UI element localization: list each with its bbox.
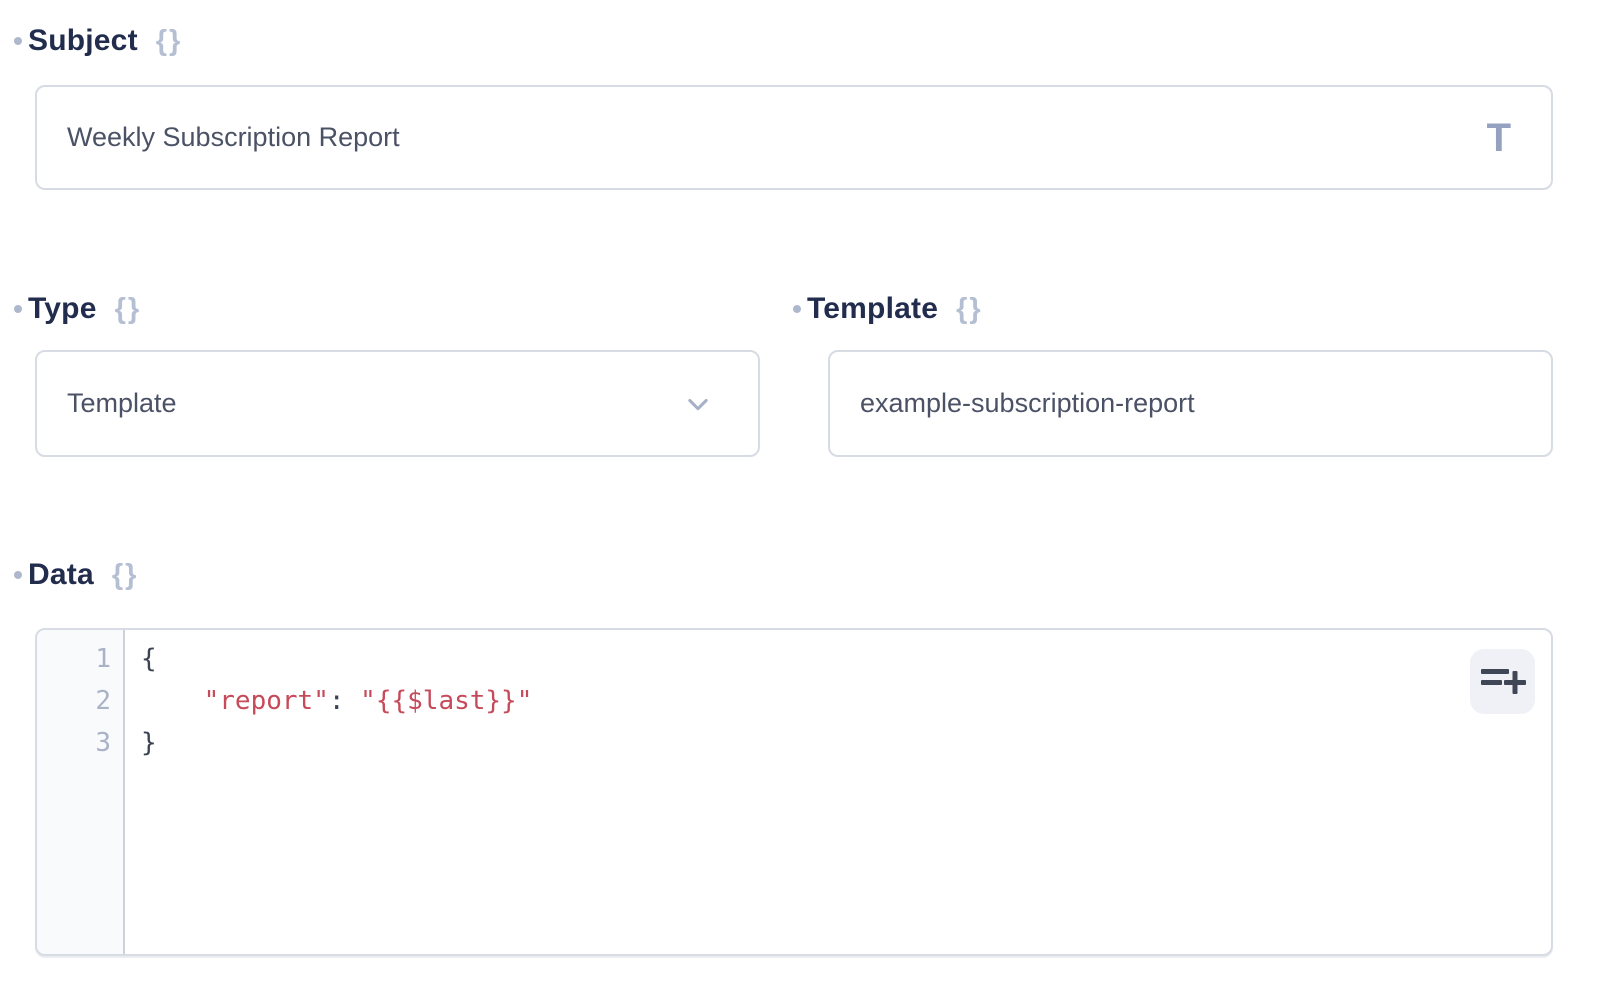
editor-code-area[interactable]: { "report": "{{$last}}" } [127, 630, 1551, 954]
line-number: 2 [37, 680, 123, 722]
required-dot [14, 37, 22, 45]
template-field-label: Template {} [793, 292, 983, 326]
type-field-label: Type {} [14, 292, 141, 326]
line-number: 1 [37, 638, 123, 680]
playlist-add-icon [1480, 665, 1526, 699]
code-line: } [141, 722, 1551, 764]
subject-label: Subject [28, 24, 138, 58]
subject-input[interactable]: Weekly Subscription Report T [35, 85, 1553, 190]
expression-braces-icon[interactable]: {} [956, 295, 983, 324]
data-code-editor[interactable]: 1 2 3 { "report": "{{$last}}" } [35, 628, 1553, 956]
chevron-down-icon [684, 390, 712, 418]
code-line: "report": "{{$last}}" [141, 680, 1551, 722]
type-label: Type [28, 292, 97, 326]
expression-braces-icon[interactable]: {} [115, 295, 142, 324]
expression-braces-icon[interactable]: {} [112, 561, 139, 590]
required-dot [793, 305, 801, 313]
required-dot [14, 571, 22, 579]
line-number: 3 [37, 722, 123, 764]
format-json-button[interactable] [1470, 649, 1535, 714]
subject-input-value: Weekly Subscription Report [37, 122, 400, 153]
data-label: Data [28, 558, 94, 592]
template-input[interactable]: example-subscription-report [828, 350, 1553, 457]
template-label: Template [807, 292, 938, 326]
subject-field-label: Subject {} [14, 24, 182, 58]
type-select-value: Template [37, 388, 177, 419]
required-dot [14, 305, 22, 313]
expression-braces-icon[interactable]: {} [156, 27, 183, 56]
text-mode-icon[interactable]: T [1487, 118, 1511, 158]
template-input-value: example-subscription-report [830, 388, 1195, 419]
editor-gutter: 1 2 3 [37, 630, 125, 954]
type-select[interactable]: Template [35, 350, 760, 457]
code-line: { [141, 638, 1551, 680]
data-field-label: Data {} [14, 558, 138, 592]
